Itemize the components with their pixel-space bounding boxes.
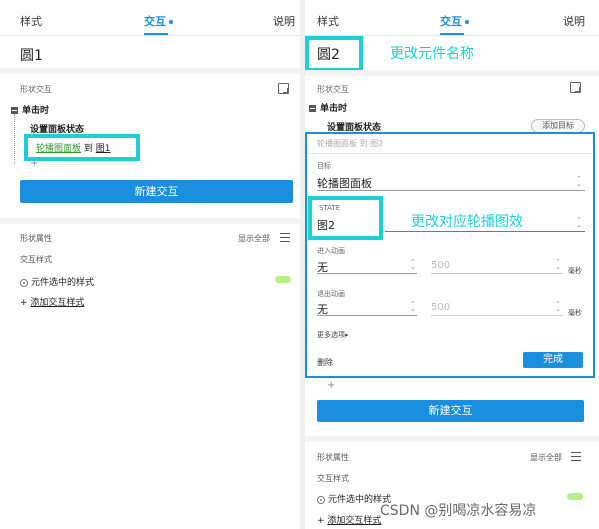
watermark: CSDN @别喝凉水容易凉 — [380, 503, 537, 519]
done-button[interactable]: 完成 — [523, 352, 583, 368]
select-arrows-icon[interactable]: ⌃ ⌄ — [576, 217, 582, 229]
state-label: STATE — [319, 204, 341, 212]
event-onclick[interactable]: 单击时 — [11, 103, 49, 116]
field-underline-active — [385, 231, 585, 232]
divider — [0, 68, 300, 74]
exit-anim-label: 退出动画 — [317, 290, 345, 298]
editor-header: 轮播图面板 到 图2 — [317, 139, 384, 148]
right-inspector-panel: 样式 交互 说明 圆2 更改元件名称 形状交互 单击时 设置面板状态 添加目标 … — [305, 0, 599, 529]
divider — [307, 153, 593, 154]
annotation-state: 更改对应轮播图效 — [411, 214, 523, 230]
menu-icon[interactable] — [571, 452, 581, 461]
collapse-icon[interactable] — [309, 105, 316, 112]
tab-bar: 样式 交互 说明 — [0, 0, 300, 40]
plus-icon: + — [317, 516, 328, 526]
new-interaction-button[interactable]: 新建交互 — [20, 180, 293, 203]
stepper-icon[interactable]: ⌃ ⌄ — [555, 259, 561, 271]
tab-style[interactable]: 样式 — [317, 13, 339, 29]
interaction-styles-label: 交互样式 — [317, 474, 349, 483]
state-select[interactable]: 图2 — [317, 217, 335, 233]
add-action-plus-icon[interactable]: + — [30, 158, 38, 169]
target-select[interactable]: 轮播图面板 — [317, 175, 372, 191]
target-link-to: 到 — [83, 144, 93, 154]
add-style-link[interactable]: + 添加交互样式 — [317, 513, 381, 526]
tree-guide — [14, 114, 15, 164]
collapse-icon[interactable] — [11, 107, 18, 114]
add-style-label: 添加交互样式 — [30, 298, 85, 308]
field-underline — [317, 315, 417, 316]
section-label-shape-interactions: 形状交互 — [20, 85, 52, 94]
stepper-icon[interactable]: ⌃ ⌄ — [555, 301, 561, 313]
divider — [0, 35, 300, 36]
target-label: 目标 — [317, 162, 331, 170]
expand-corner-icon[interactable] — [570, 82, 581, 93]
tab-interaction-label: 交互 — [440, 15, 462, 28]
expand-corner-icon[interactable] — [278, 83, 289, 94]
target-link-panel[interactable]: 轮播图面板 — [36, 144, 81, 154]
target-link-state[interactable]: 图1 — [96, 144, 111, 154]
add-style-link[interactable]: + 添加交互样式 — [20, 295, 84, 308]
tab-bar: 样式 交互 说明 — [305, 0, 599, 40]
delete-link[interactable]: 删除 — [317, 357, 333, 368]
enter-duration-unit: 毫秒 — [568, 267, 582, 275]
style-swatch — [275, 276, 291, 283]
radio-icon[interactable] — [20, 278, 28, 287]
exit-duration-unit: 毫秒 — [568, 309, 582, 317]
tab-interaction-label: 交互 — [144, 15, 166, 28]
enter-duration-input[interactable]: 500 — [431, 260, 450, 271]
annotation-rename: 更改元件名称 — [390, 46, 474, 62]
new-interaction-button[interactable]: 新建交互 — [317, 400, 584, 422]
tab-style[interactable]: 样式 — [20, 13, 42, 29]
modified-dot-icon — [465, 20, 469, 24]
add-target-button[interactable]: 添加目标 — [531, 119, 585, 133]
style-swatch — [567, 493, 583, 500]
tab-interaction[interactable]: 交互 — [144, 13, 173, 29]
section-label-shape-props: 形状属性 — [20, 234, 52, 243]
enter-anim-label: 进入动画 — [317, 247, 345, 255]
menu-icon[interactable] — [280, 233, 290, 242]
section-label-shape-interactions: 形状交互 — [317, 85, 349, 94]
tab-notes[interactable]: 说明 — [563, 13, 585, 29]
divider — [305, 70, 599, 76]
interaction-styles-label: 交互样式 — [20, 255, 52, 264]
field-underline — [317, 190, 585, 191]
select-arrows-icon[interactable]: ⌃ ⌄ — [410, 259, 416, 271]
radio-icon[interactable] — [317, 495, 325, 504]
tab-interaction[interactable]: 交互 — [440, 13, 469, 29]
field-underline — [317, 273, 417, 274]
event-label: 单击时 — [320, 104, 348, 114]
divider — [305, 436, 599, 442]
widget-name-field[interactable]: 圆2 — [317, 44, 340, 64]
plus-icon: + — [20, 298, 31, 308]
select-arrows-icon[interactable]: ⌃ ⌄ — [576, 176, 582, 188]
action-editor — [305, 132, 595, 378]
widget-name-field[interactable]: 圆1 — [20, 45, 43, 65]
selected-style-item[interactable]: 元件选中的样式 — [20, 275, 94, 288]
add-style-label: 添加交互样式 — [327, 516, 382, 526]
event-label: 单击时 — [22, 106, 50, 116]
target-link[interactable]: 轮播图面板 到 图1 — [36, 141, 111, 154]
left-inspector-panel: 样式 交互 说明 圆1 形状交互 单击时 设置面板状态 轮播图面板 到 图1 +… — [0, 0, 300, 529]
exit-duration-input[interactable]: 500 — [431, 302, 450, 313]
selected-style-label: 元件选中的样式 — [31, 278, 95, 288]
section-label-shape-props: 形状属性 — [317, 453, 349, 462]
show-all-link[interactable]: 显示全部 — [530, 452, 562, 463]
show-all-link[interactable]: 显示全部 — [238, 233, 270, 244]
modified-dot-icon — [169, 20, 173, 24]
tab-notes[interactable]: 说明 — [273, 13, 295, 29]
select-arrows-icon[interactable]: ⌃ ⌄ — [410, 301, 416, 313]
field-underline — [431, 273, 563, 274]
more-options-link[interactable]: 更多选项▸ — [317, 330, 349, 340]
divider — [0, 218, 300, 224]
field-underline — [431, 315, 563, 316]
event-onclick[interactable]: 单击时 — [309, 101, 347, 114]
add-action-plus-icon[interactable]: + — [327, 380, 335, 391]
